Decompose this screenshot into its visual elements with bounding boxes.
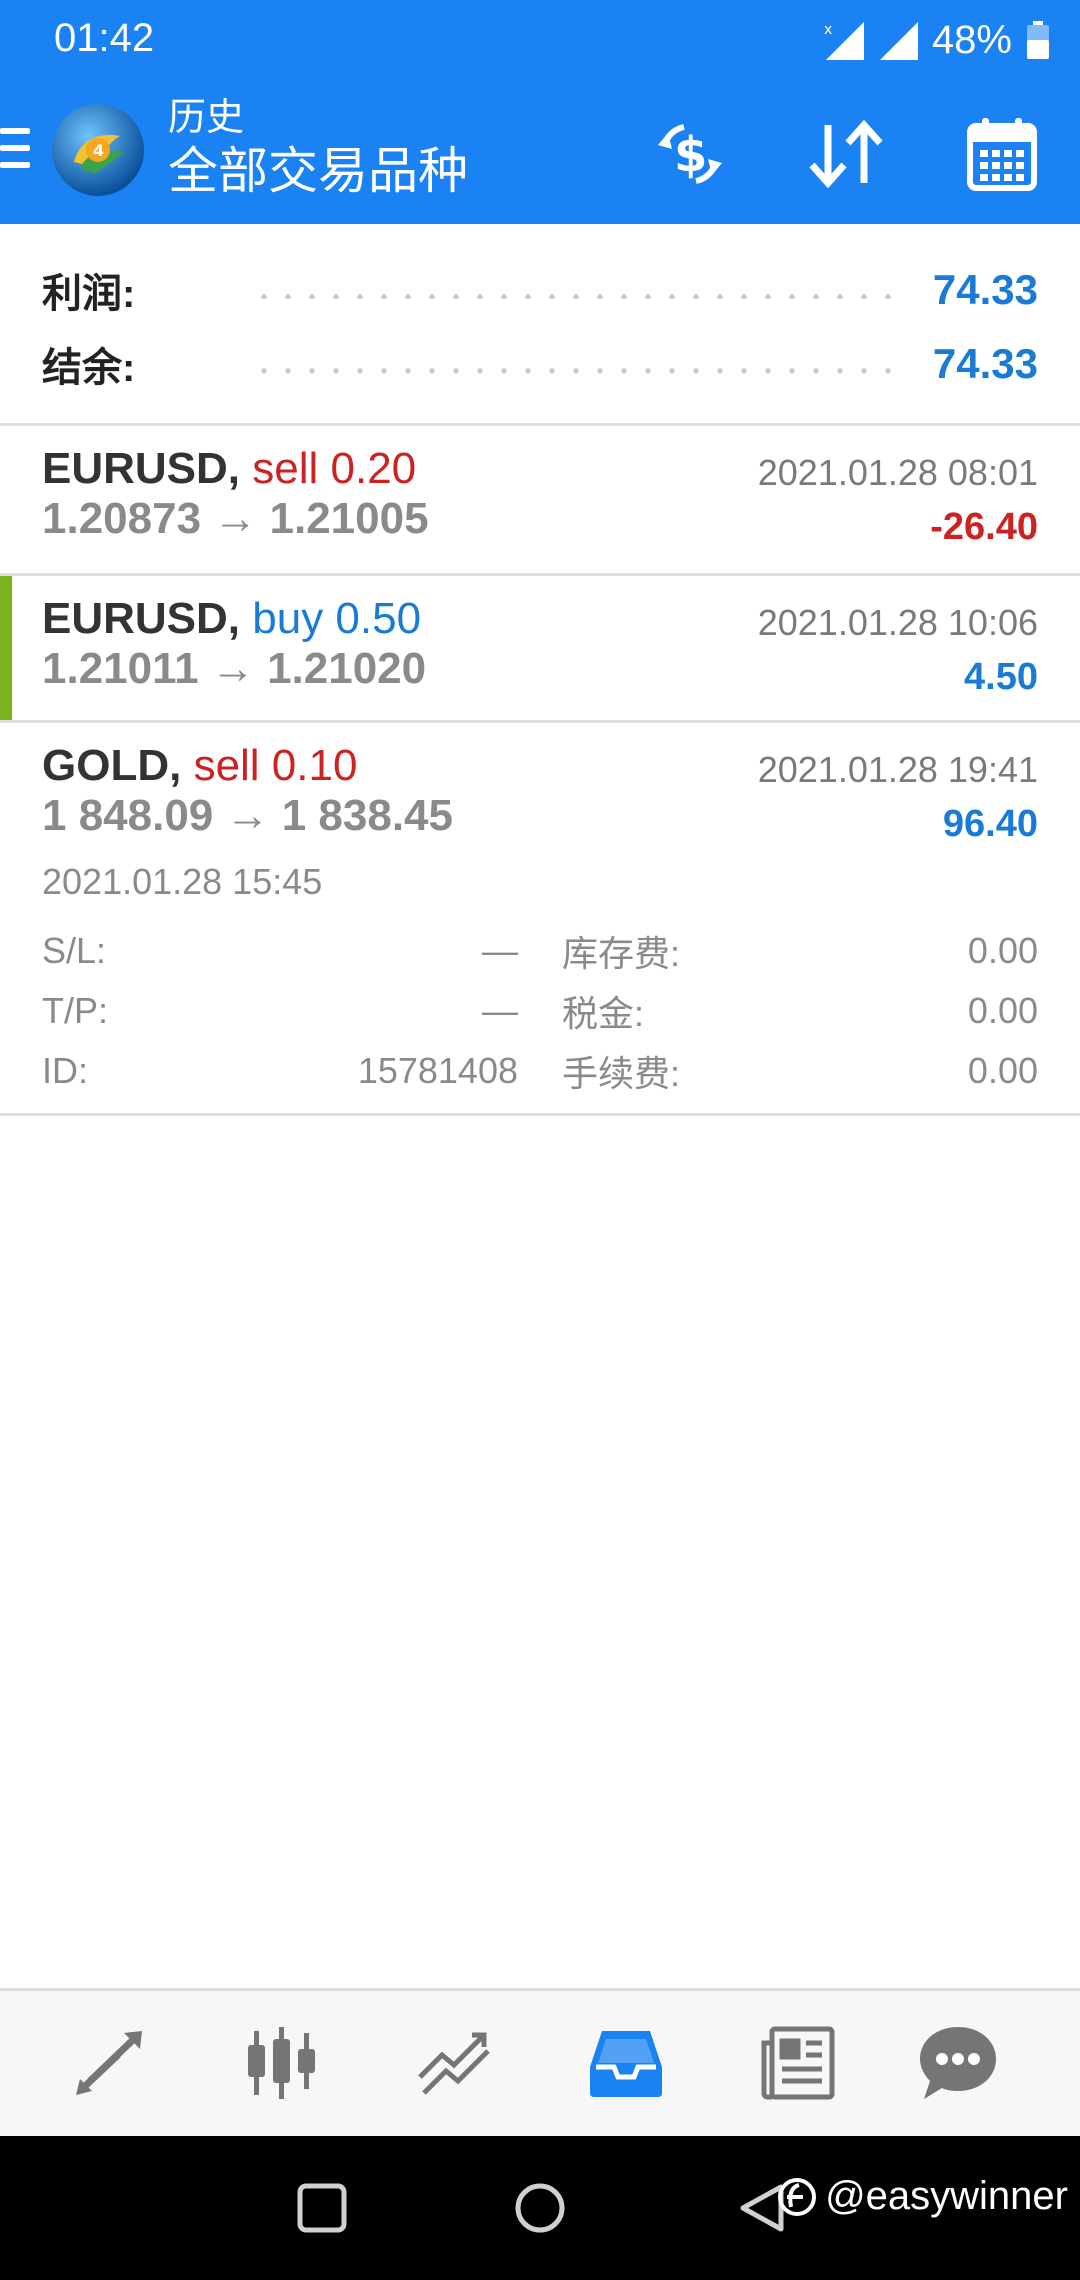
system-navigation-bar: @easywinner	[0, 2136, 1080, 2280]
svg-text:x: x	[824, 22, 832, 38]
sl-value: —	[482, 930, 518, 971]
tax-label: 税金:	[562, 993, 645, 1034]
svg-text:4: 4	[93, 141, 104, 160]
news-icon[interactable]	[748, 2013, 848, 2113]
trade-profit: -26.40	[930, 506, 1038, 548]
trade-prices: 1 848.09 → 1 838.45	[42, 791, 453, 840]
trade-row-expanded[interactable]: GOLD, sell 0.10 1 848.09 → 1 838.45 2021…	[0, 723, 1080, 1116]
tp-label: T/P:	[42, 990, 109, 1031]
trade-icon[interactable]	[404, 2013, 504, 2113]
symbol-filter-title[interactable]: 全部交易品种	[168, 140, 468, 202]
recent-apps-icon[interactable]	[290, 2176, 354, 2240]
detail-row: T/P: — 税金: 0.00	[42, 981, 1038, 1041]
svg-text:$: $	[674, 127, 707, 183]
deposit-withdraw-icon[interactable]: $	[648, 114, 732, 194]
detail-row: S/L: — 库存费: 0.00	[42, 921, 1038, 981]
trade-close-time: 2021.01.28 19:41	[757, 749, 1038, 790]
profit-value: 74.33	[932, 266, 1038, 313]
tp-value: —	[482, 990, 518, 1031]
menu-icon[interactable]	[0, 128, 30, 176]
commission-value: 0.00	[967, 1050, 1038, 1091]
sl-label: S/L:	[42, 930, 107, 971]
battery-icon	[1027, 21, 1049, 59]
detail-row: ID: 15781408 手续费: 0.00	[42, 1041, 1038, 1101]
bottom-navigation	[0, 1988, 1080, 2136]
profit-row: 利润: 74.33	[42, 260, 1038, 320]
battery-percent: 48%	[931, 17, 1012, 62]
dotted-leader	[252, 367, 903, 373]
trade-open-time: 2021.01.28 15:45	[42, 861, 323, 902]
status-bar: 01:42 x 48%	[0, 0, 1080, 80]
swap-value: 0.00	[967, 930, 1038, 971]
id-label: ID:	[42, 1050, 89, 1091]
app-header: 01:42 x 48% 4 历史 全部交易品种 $	[0, 0, 1080, 224]
trade-close-time: 2021.01.28 08:01	[757, 452, 1038, 493]
status-indicators: x 48%	[824, 14, 1050, 66]
weibo-logo-icon	[778, 2177, 817, 2216]
status-time: 01:42	[54, 16, 155, 60]
chat-icon[interactable]	[908, 2013, 1008, 2113]
signal-icon	[879, 22, 918, 60]
balance-value: 74.33	[932, 340, 1038, 387]
trade-symbol: EURUSD,	[42, 594, 241, 643]
trade-symbol: EURUSD,	[42, 444, 241, 493]
profit-label: 利润:	[42, 272, 136, 316]
metatrader-logo-icon[interactable]: 4	[50, 102, 146, 198]
id-value: 15781408	[357, 1050, 518, 1091]
chart-icon[interactable]	[232, 2013, 332, 2113]
trade-close-time: 2021.01.28 10:06	[757, 602, 1038, 643]
tax-value: 0.00	[967, 990, 1038, 1031]
quotes-icon[interactable]	[60, 2013, 160, 2113]
swap-label: 库存费:	[562, 933, 681, 974]
trade-prices: 1.21011 → 1.21020	[42, 644, 427, 693]
trade-side-volume: sell 0.10	[193, 741, 358, 790]
toolbar: 4 历史 全部交易品种 $	[0, 80, 1080, 224]
signal-x-icon: x	[824, 22, 864, 60]
trade-profit: 4.50	[964, 656, 1038, 698]
trade-symbol: GOLD,	[42, 741, 182, 790]
home-icon[interactable]	[508, 2176, 572, 2240]
trade-details: 2021.01.28 15:45 S/L: — 库存费: 0.00 T/P: —…	[42, 861, 1038, 1101]
account-summary: 利润: 74.33 结余: 74.33	[0, 224, 1080, 426]
trade-side-volume: buy 0.50	[252, 594, 422, 643]
dotted-leader	[252, 293, 903, 299]
trade-profit: 96.40	[942, 803, 1038, 845]
trade-row[interactable]: EURUSD, sell 0.20 1.20873 → 1.21005 2021…	[0, 426, 1080, 576]
page-title: 历史	[168, 97, 245, 139]
trade-title: GOLD, sell 0.10	[42, 741, 357, 791]
toolbar-title: 历史 全部交易品种	[168, 96, 468, 202]
watermark-text: @easywinner	[825, 2174, 1068, 2218]
commission-label: 手续费:	[562, 1053, 681, 1094]
sort-icon[interactable]	[804, 114, 888, 194]
trade-side-volume: sell 0.20	[252, 444, 417, 493]
watermark: @easywinner	[777, 2174, 1068, 2219]
history-icon[interactable]	[576, 2013, 676, 2113]
trade-prices: 1.20873 → 1.21005	[42, 494, 429, 543]
balance-row: 结余: 74.33	[42, 334, 1038, 394]
trade-row[interactable]: EURUSD, buy 0.50 1.21011 → 1.21020 2021.…	[0, 576, 1080, 723]
balance-label: 结余:	[42, 346, 136, 390]
trade-title: EURUSD, buy 0.50	[42, 594, 421, 644]
trade-title: EURUSD, sell 0.20	[42, 444, 416, 494]
calendar-icon[interactable]	[960, 114, 1044, 194]
